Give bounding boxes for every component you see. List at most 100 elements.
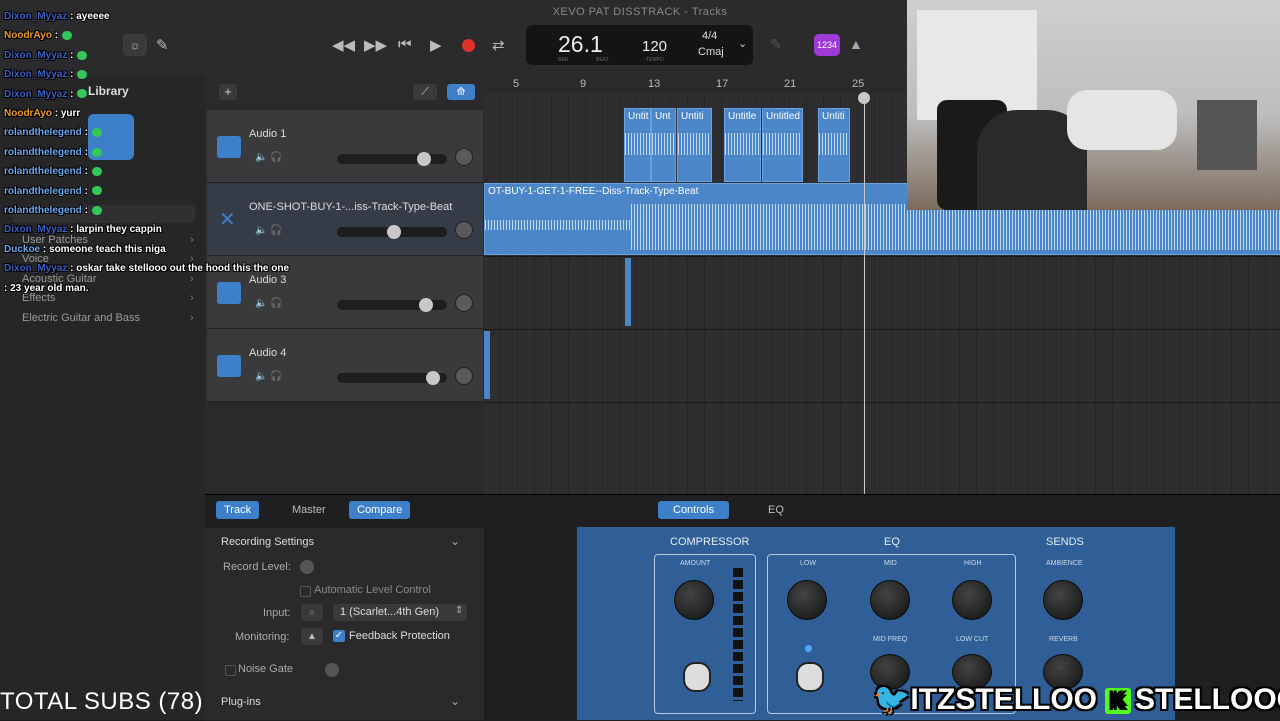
- mute-solo-icon[interactable]: 🔈 🎧: [255, 371, 283, 382]
- library-title: Library: [88, 84, 129, 98]
- audio-region[interactable]: Untiti: [818, 108, 850, 182]
- emote-icon: [91, 205, 102, 215]
- tab-master[interactable]: Master: [284, 501, 334, 519]
- play-icon[interactable]: ▶: [430, 36, 442, 54]
- audio-region[interactable]: [625, 258, 631, 326]
- recording-settings-header[interactable]: Recording Settings: [221, 536, 314, 548]
- library-item-effects[interactable]: Effects: [22, 292, 55, 304]
- sends-label: SENDS: [1046, 536, 1084, 548]
- audio-region[interactable]: Unt: [651, 108, 676, 182]
- chat-line: Dixon_Myyaz : ayeeee: [4, 11, 110, 22]
- tuner-icon[interactable]: ✎: [770, 36, 782, 53]
- audio-region[interactable]: Untitled: [762, 108, 803, 182]
- region-title: OT-BUY-1-GET-1-FREE--Diss-Track-Type-Bea…: [488, 186, 699, 197]
- feedback-checkbox[interactable]: ✓: [333, 630, 345, 642]
- audio-region[interactable]: Untitle: [724, 108, 761, 182]
- mid-knob[interactable]: [870, 580, 910, 620]
- tab-eq[interactable]: EQ: [760, 501, 792, 519]
- low-knob[interactable]: [787, 580, 827, 620]
- chevron-down-icon[interactable]: ⌄: [738, 37, 747, 50]
- mute-solo-icon[interactable]: 🔈 🎧: [255, 298, 283, 309]
- twitter-icon: 🐦: [873, 683, 911, 716]
- lcd-display[interactable]: 26.1 BAR BEAT 120 TEMPO 4/4 Cmaj ⌄: [526, 25, 753, 65]
- ruler-mark: 25: [852, 78, 865, 90]
- chat-username: rolandthelegend: [4, 166, 82, 178]
- audio-region[interactable]: Untit: [624, 108, 651, 182]
- pan-knob[interactable]: [455, 294, 473, 312]
- webcam-overlay: [907, 0, 1280, 210]
- mute-solo-icon[interactable]: 🔈 🎧: [255, 225, 283, 236]
- pan-knob[interactable]: [455, 221, 473, 239]
- plugins-header[interactable]: Plug-ins: [221, 696, 261, 708]
- record-level-slider[interactable]: [300, 560, 314, 574]
- high-knob[interactable]: [952, 580, 992, 620]
- mid-freq-label: MID FREQ: [873, 636, 908, 643]
- slider-knob[interactable]: [426, 371, 440, 385]
- pencil-icon[interactable]: ✎: [156, 36, 169, 54]
- playhead[interactable]: [864, 92, 865, 494]
- eq-toggle[interactable]: [796, 662, 824, 692]
- audio-region[interactable]: [484, 331, 490, 399]
- select-arrows-icon: ⇕: [455, 605, 464, 616]
- pan-knob[interactable]: [455, 148, 473, 166]
- input-select[interactable]: 1 (Scarlet...4th Gen) ⇕: [333, 604, 467, 621]
- audio-region[interactable]: Untiti: [677, 108, 712, 182]
- chat-username: Dixon_Myyaz: [4, 11, 68, 22]
- chat-username: NoodrAyo: [4, 108, 52, 119]
- emote-icon: [91, 147, 102, 157]
- slider-knob[interactable]: [417, 152, 431, 166]
- rewind-icon[interactable]: ◀◀: [332, 36, 355, 54]
- ruler-mark: 13: [648, 78, 661, 90]
- tab-track[interactable]: Track: [216, 501, 260, 519]
- chat-message: : someone teach this niga: [40, 243, 166, 255]
- auto-level-checkbox[interactable]: [300, 586, 311, 597]
- add-track-button[interactable]: +: [219, 84, 237, 100]
- pan-knob[interactable]: [455, 367, 473, 385]
- smart-tempo-icon[interactable]: ⟰: [447, 84, 475, 100]
- volume-slider[interactable]: [337, 371, 447, 385]
- noise-gate-checkbox[interactable]: [225, 665, 236, 676]
- monitor: [1197, 100, 1257, 170]
- chat-message: :: [67, 49, 74, 61]
- tab-controls[interactable]: Controls: [658, 501, 729, 519]
- compressor-toggle[interactable]: [683, 662, 711, 692]
- volume-slider[interactable]: [337, 152, 447, 166]
- input-format-button[interactable]: ○: [301, 604, 323, 621]
- slider-knob[interactable]: [387, 225, 401, 239]
- go-to-start-icon[interactable]: ⏮: [398, 36, 412, 53]
- volume-slider[interactable]: [337, 298, 447, 312]
- playhead-handle[interactable]: [858, 92, 870, 104]
- amount-knob[interactable]: [674, 580, 714, 620]
- mute-solo-icon[interactable]: 🔈 🎧: [255, 152, 283, 163]
- eq-label: EQ: [884, 536, 900, 548]
- social-handles: 🐦ITZSTELLOO KSTELLOOO: [873, 682, 1280, 717]
- chevron-down-icon[interactable]: ⌄: [450, 534, 460, 548]
- track-header-audio-4[interactable]: Audio 4 🔈 🎧: [207, 329, 483, 402]
- metronome-icon[interactable]: ▲: [849, 36, 863, 52]
- record-button[interactable]: [462, 39, 475, 52]
- chat-message: :: [81, 127, 88, 139]
- chat-line: rolandthelegend :: [4, 205, 102, 216]
- emote-icon: [77, 89, 88, 99]
- smart-controls-icon[interactable]: ☼: [123, 34, 147, 56]
- library-item-electric-guitar[interactable]: Electric Guitar and Bass: [22, 312, 140, 324]
- cycle-icon[interactable]: ⇄: [492, 36, 505, 54]
- chat-message: :: [81, 185, 88, 197]
- ambience-knob[interactable]: [1043, 580, 1083, 620]
- fast-forward-icon[interactable]: ▶▶: [364, 36, 387, 54]
- track-header-audio-1[interactable]: Audio 1 🔈 🎧: [207, 110, 483, 183]
- track-header-beat[interactable]: ✕ ONE-SHOT-BUY-1-...iss-Track-Type-Beat …: [207, 183, 483, 256]
- kick-icon: K: [1105, 688, 1132, 715]
- automation-icon[interactable]: ⟋: [413, 84, 437, 100]
- time-signature: 4/4: [702, 30, 718, 42]
- noise-gate-slider[interactable]: [325, 663, 339, 677]
- chat-message: :: [81, 146, 88, 158]
- chat-username: Dixon_Myyaz: [4, 224, 68, 236]
- count-in-badge[interactable]: 1234: [814, 34, 840, 56]
- monitoring-button[interactable]: ▲: [301, 628, 323, 645]
- tab-compare[interactable]: Compare: [349, 501, 411, 519]
- chevron-down-icon[interactable]: ⌄: [450, 694, 460, 708]
- volume-slider[interactable]: [337, 225, 447, 239]
- noise-gate-label: Noise Gate: [238, 663, 294, 675]
- slider-knob[interactable]: [419, 298, 433, 312]
